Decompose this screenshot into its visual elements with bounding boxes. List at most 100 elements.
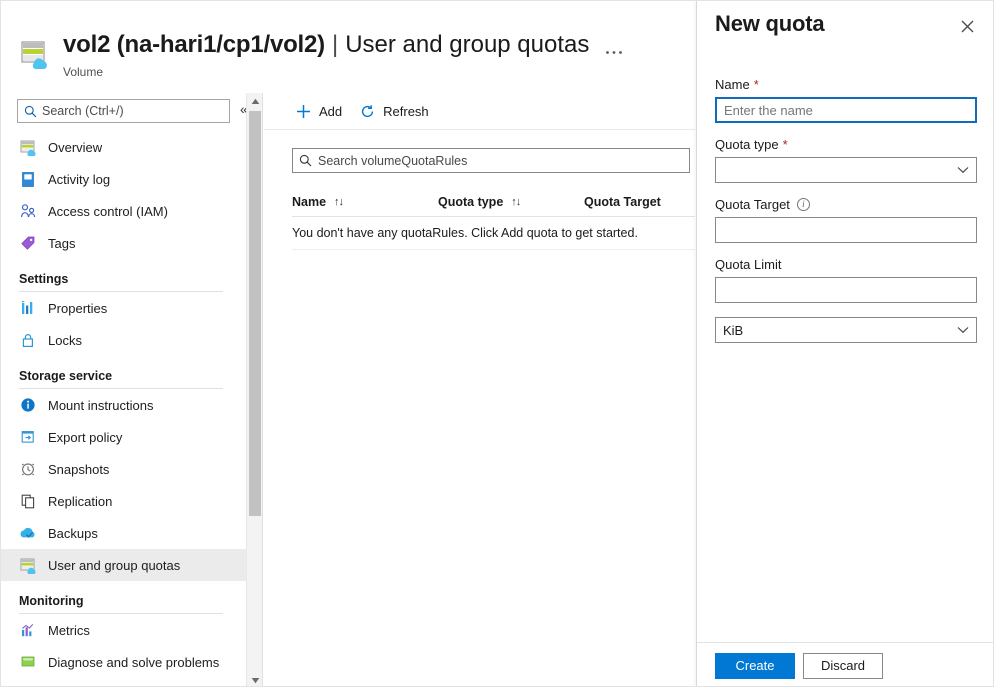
search-input[interactable]: Search (Ctrl+/) xyxy=(17,99,230,123)
sidebar-group-title: Settings xyxy=(19,272,231,286)
sidebar-item-label: Locks xyxy=(48,333,82,348)
sidebar-item-label: Snapshots xyxy=(48,462,109,477)
table-header-row: Name ↑↓ Quota type ↑↓ Quota Target xyxy=(292,187,695,217)
scroll-up-arrow-icon[interactable] xyxy=(247,93,263,109)
column-header-label: Quota Target xyxy=(584,195,661,209)
sidebar-group-title: Storage service xyxy=(19,369,231,383)
backups-icon xyxy=(19,524,37,542)
sidebar-item-label: Activity log xyxy=(48,172,110,187)
column-header-name[interactable]: Name ↑↓ xyxy=(292,195,438,209)
field-name: Name* xyxy=(715,77,977,123)
field-label: Quota Target i xyxy=(715,197,977,212)
metrics-icon xyxy=(19,621,37,639)
sidebar-search-row: Search (Ctrl+/) « xyxy=(1,93,247,129)
snapshots-icon xyxy=(19,460,37,478)
new-quota-panel: New quota Name*Quota type*Quota TargetiQ… xyxy=(696,1,994,687)
sidebar-item-label: User and group quotas xyxy=(48,558,180,573)
main-content: Add Refresh Search volumeQuotaRules Name ↑… xyxy=(264,93,695,687)
kib-dropdown-wrap: KiB xyxy=(715,317,977,343)
create-button[interactable]: Create xyxy=(715,653,795,679)
field-label-text: Name xyxy=(715,77,750,92)
sidebar-item-snapshots[interactable]: Snapshots xyxy=(1,453,247,485)
plus-icon xyxy=(294,102,312,120)
sidebar-item-label: Mount instructions xyxy=(48,398,154,413)
sidebar-item-user-and-group-quotas[interactable]: User and group quotas xyxy=(1,549,247,581)
quota-type-dropdown-wrap xyxy=(715,157,977,183)
close-icon[interactable] xyxy=(953,12,981,40)
panel-footer: Create Discard xyxy=(697,642,994,687)
sidebar-item-tags[interactable]: Tags xyxy=(1,227,247,259)
table-empty-message: You don't have any quotaRules. Click Add… xyxy=(292,217,695,250)
sidebar-item-overview[interactable]: Overview xyxy=(1,131,247,163)
info-icon[interactable]: i xyxy=(797,198,810,211)
resource-name: vol2 (na-hari1/cp1/vol2) xyxy=(63,31,325,59)
overview-icon xyxy=(19,138,37,156)
sidebar-item-mount-instructions[interactable]: Mount instructions xyxy=(1,389,247,421)
quota-type-dropdown[interactable] xyxy=(715,157,977,183)
sidebar-item-activity-log[interactable]: Activity log xyxy=(1,163,247,195)
command-label: Add xyxy=(319,104,342,119)
sidebar-item-label: Diagnose and solve problems xyxy=(48,655,219,670)
sort-toggle-icon[interactable]: ↑↓ xyxy=(511,196,520,208)
name-input[interactable] xyxy=(715,97,977,123)
refresh-button[interactable]: Refresh xyxy=(356,98,437,124)
field-label-text: Quota type xyxy=(715,137,779,152)
panel-title: New quota xyxy=(715,11,824,37)
sidebar-group-title: Monitoring xyxy=(19,594,231,608)
sidebar-item-locks[interactable]: Locks xyxy=(1,324,247,356)
info-icon xyxy=(19,396,37,414)
sidebar-item-access-control-iam[interactable]: Access control (IAM) xyxy=(1,195,247,227)
field-kib: KiB xyxy=(715,317,977,343)
panel-header: New quota xyxy=(697,1,994,53)
sidebar-item-label: Properties xyxy=(48,301,107,316)
more-options-button[interactable] xyxy=(601,41,627,63)
sidebar-scrollbar[interactable] xyxy=(247,93,263,687)
sidebar-item-label: Replication xyxy=(48,494,112,509)
kib-dropdown[interactable]: KiB xyxy=(715,317,977,343)
collapse-sidebar-button[interactable]: « xyxy=(240,101,247,117)
sidebar-item-label: Backups xyxy=(48,526,98,541)
field-quota-limit: Quota Limit xyxy=(715,257,977,303)
discard-button[interactable]: Discard xyxy=(803,653,883,679)
search-input-placeholder: Search (Ctrl+/) xyxy=(42,104,124,118)
sidebar-item-label: Metrics xyxy=(48,623,90,638)
field-quota-type: Quota type * xyxy=(715,137,977,183)
quota-target-input[interactable] xyxy=(715,217,977,243)
sidebar-group-storage-service: Storage service xyxy=(1,369,247,389)
field-label: Quota type * xyxy=(715,137,977,152)
column-header-quota-type[interactable]: Quota type ↑↓ xyxy=(438,195,584,209)
title-separator: | xyxy=(332,31,338,59)
required-asterisk: * xyxy=(783,137,788,152)
blade-sidebar: Search (Ctrl+/) « Overview Activity log Ac… xyxy=(1,93,247,687)
export-policy-icon xyxy=(19,428,37,446)
properties-icon xyxy=(19,299,37,317)
column-header-label: Quota type xyxy=(438,195,503,209)
command-label: Refresh xyxy=(383,104,429,119)
sidebar-item-label: Overview xyxy=(48,140,102,155)
quota-limit-input[interactable] xyxy=(715,277,977,303)
sidebar-item-replication[interactable]: Replication xyxy=(1,485,247,517)
sidebar-item-backups[interactable]: Backups xyxy=(1,517,247,549)
sidebar-item-label: Access control (IAM) xyxy=(48,204,168,219)
page-name: User and group quotas xyxy=(345,31,589,59)
sidebar-item-export-policy[interactable]: Export policy xyxy=(1,421,247,453)
refresh-icon xyxy=(358,102,376,120)
scrollbar-thumb[interactable] xyxy=(249,111,261,516)
table-search-input[interactable]: Search volumeQuotaRules xyxy=(292,148,690,173)
field-label: Quota Limit xyxy=(715,257,977,272)
sidebar-item-properties[interactable]: Properties xyxy=(1,292,247,324)
sidebar-item-metrics[interactable]: Metrics xyxy=(1,614,247,646)
sidebar-group-settings: Settings xyxy=(1,272,247,292)
column-header-quota-target[interactable]: Quota Target xyxy=(584,195,695,209)
field-label-text: Quota Target xyxy=(715,197,790,212)
resource-type-label: Volume xyxy=(63,65,103,79)
command-bar: Add Refresh xyxy=(264,93,695,130)
sidebar-item-diagnose-and-solve-problems[interactable]: Diagnose and solve problems xyxy=(1,646,247,678)
column-header-label: Name xyxy=(292,195,326,209)
volume-icon xyxy=(19,37,53,71)
add-button[interactable]: Add xyxy=(292,98,350,124)
sort-toggle-icon[interactable]: ↑↓ xyxy=(334,196,343,208)
scroll-down-arrow-icon[interactable] xyxy=(247,672,263,687)
blade-header: vol2 (na-hari1/cp1/vol2) | User and grou… xyxy=(1,1,695,93)
page-title: vol2 (na-hari1/cp1/vol2) | User and grou… xyxy=(63,31,589,59)
